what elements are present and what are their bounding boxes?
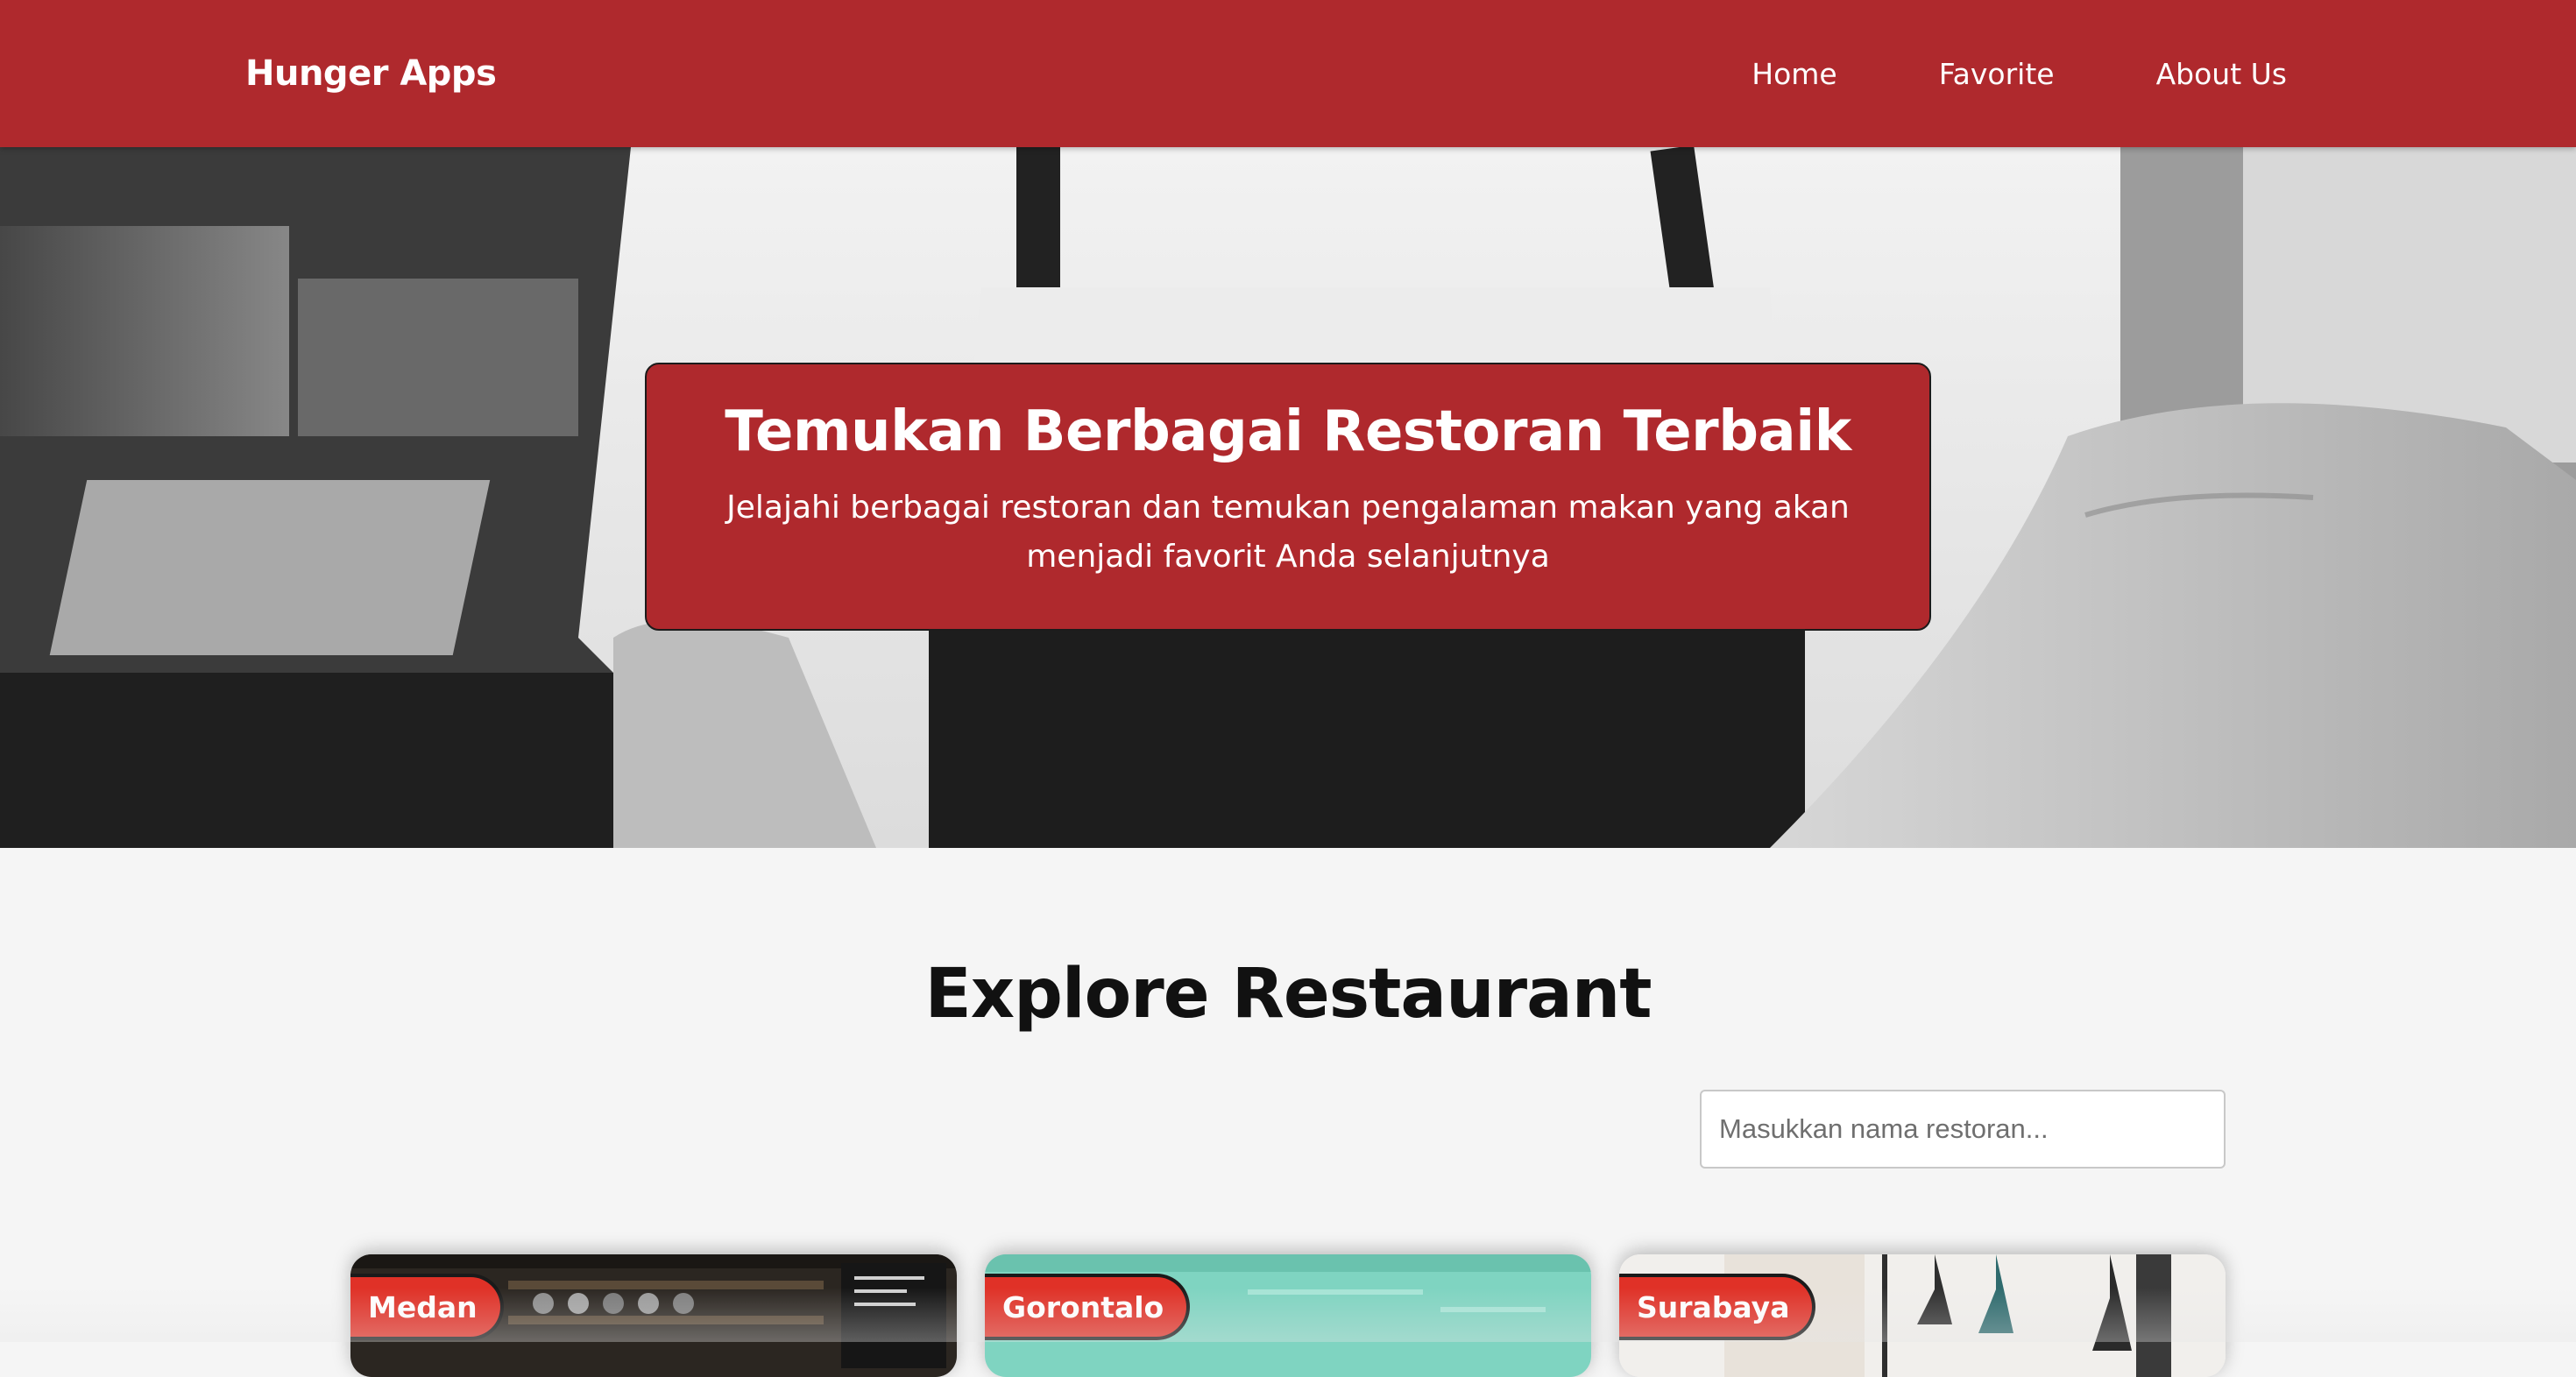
city-badge: Gorontalo (985, 1274, 1191, 1340)
city-badge: Medan (350, 1274, 504, 1340)
brand-logo[interactable]: Hunger Apps (245, 53, 497, 94)
city-badge: Surabaya (1619, 1274, 1816, 1340)
hero-card: Temukan Berbagai Restoran Terbaik Jelaja… (645, 363, 1931, 631)
hero-title: Temukan Berbagai Restoran Terbaik (725, 399, 1851, 464)
nav-link-about-us[interactable]: About Us (2156, 57, 2287, 91)
navbar: Hunger Apps Home Favorite About Us (0, 0, 2576, 147)
restaurant-card[interactable]: Medan (350, 1254, 957, 1377)
hero-section: Temukan Berbagai Restoran Terbaik Jelaja… (0, 147, 2576, 848)
nav-item-home: Home (1752, 57, 1836, 91)
nav-link-favorite[interactable]: Favorite (1939, 57, 2055, 91)
restaurant-card[interactable]: Surabaya (1619, 1254, 2226, 1377)
hero-subtitle: Jelajahi berbagai restoran dan temukan p… (726, 490, 1850, 575)
nav-item-about-us: About Us (2156, 57, 2287, 91)
nav-menu: Home Favorite About Us (1752, 57, 2287, 91)
restaurant-search-input[interactable] (1700, 1090, 2226, 1169)
restaurant-card[interactable]: Gorontalo (985, 1254, 1591, 1377)
nav-item-favorite: Favorite (1939, 57, 2055, 91)
nav-link-home[interactable]: Home (1752, 57, 1836, 91)
explore-title: Explore Restaurant (924, 955, 1652, 1034)
restaurant-list: Medan Gorontalo Surabaya (350, 1254, 2226, 1377)
